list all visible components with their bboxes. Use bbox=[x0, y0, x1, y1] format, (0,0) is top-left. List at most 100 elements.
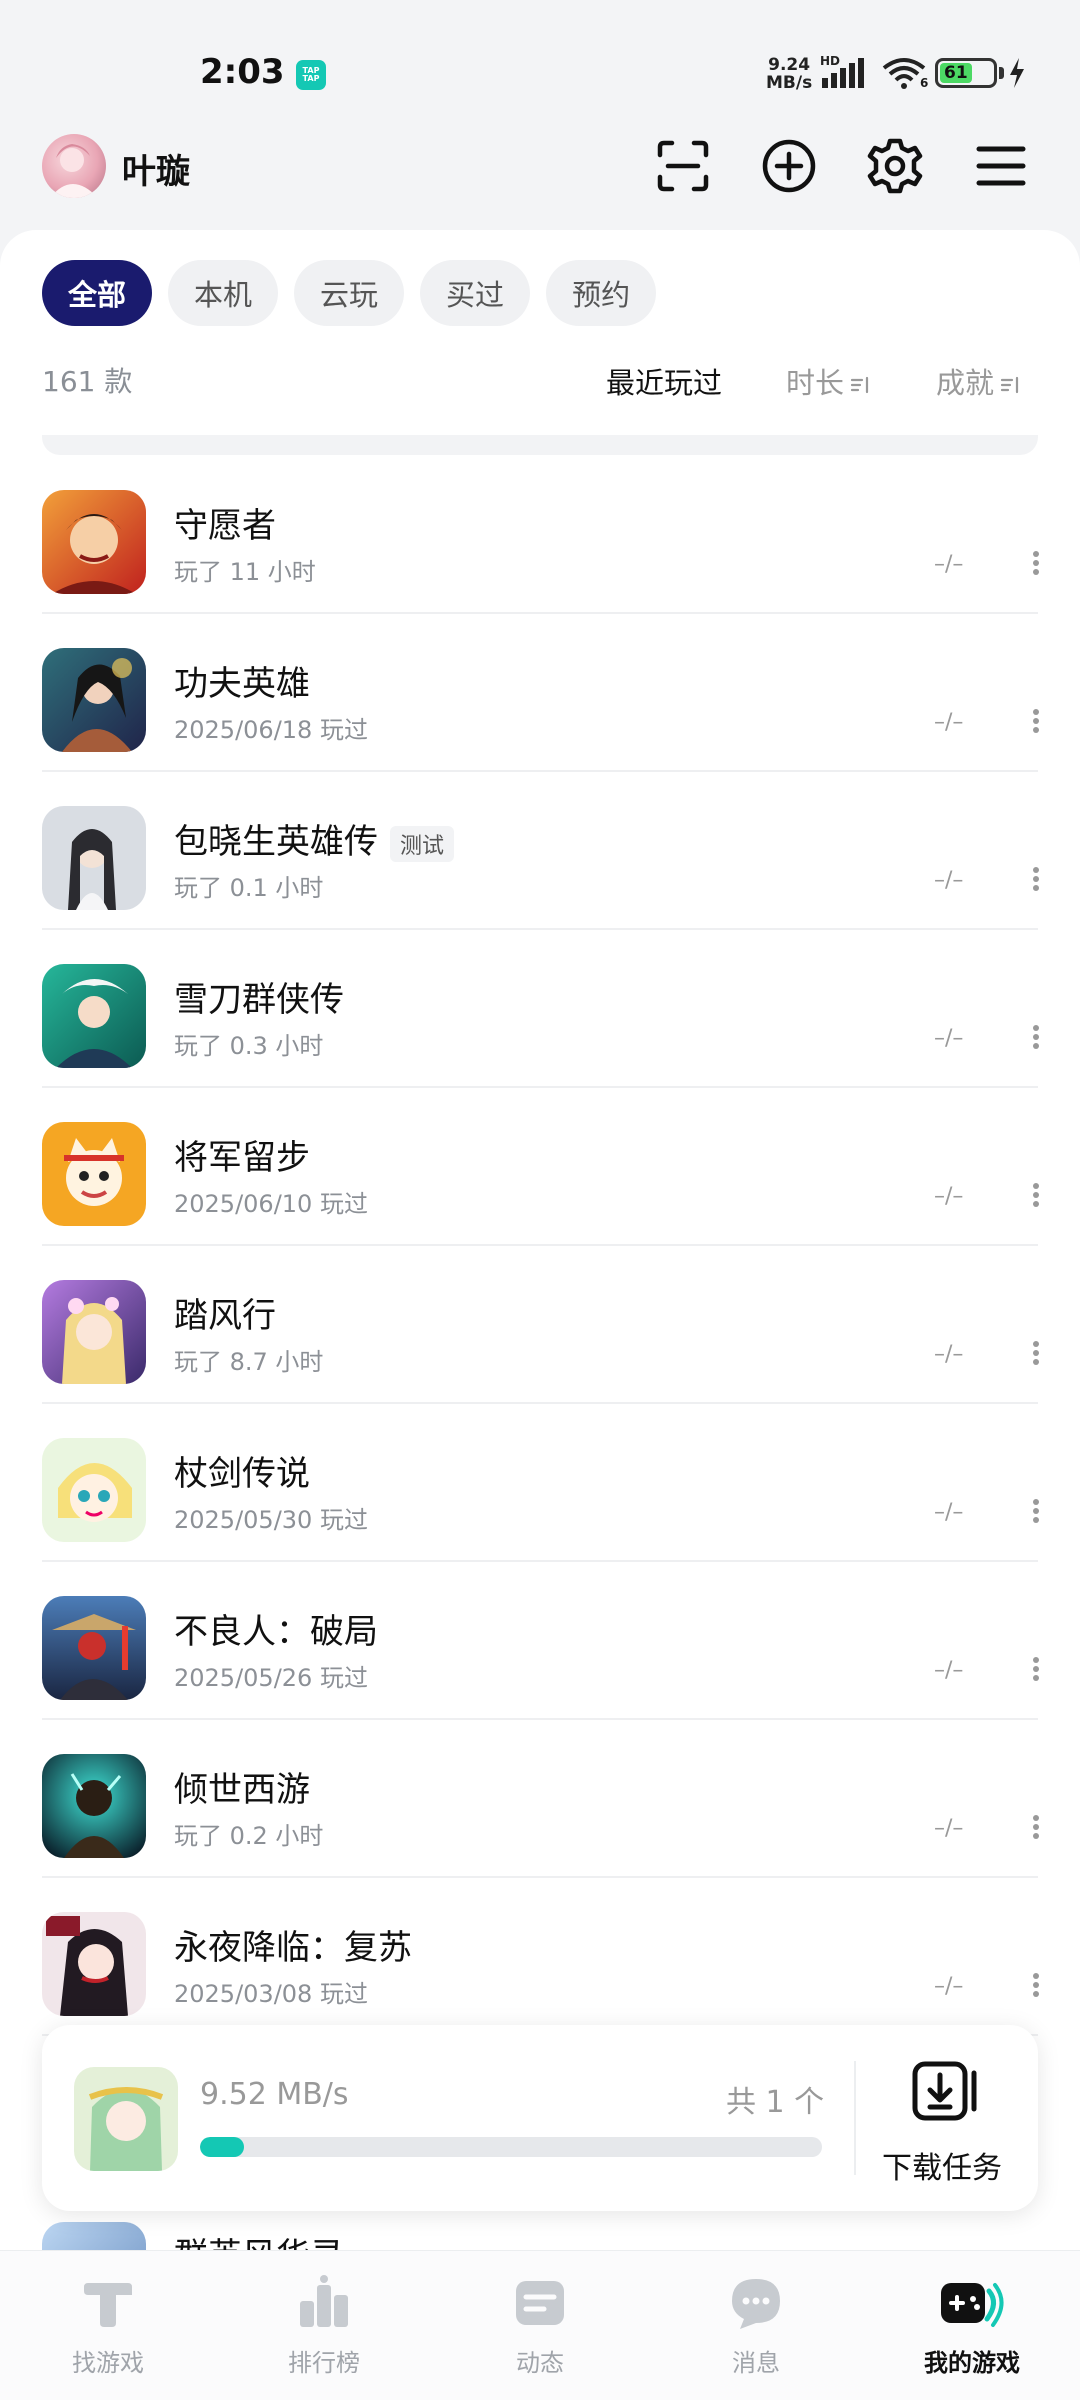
game-row[interactable]: 杖剑传说 2025/05/30 玩过 –/– bbox=[0, 1404, 1080, 1562]
menu-icon[interactable] bbox=[965, 130, 1037, 202]
game-row[interactable]: 永夜降临：复苏 2025/03/08 玩过 –/– bbox=[0, 1878, 1080, 2036]
sort-duration-button[interactable]: 时长 bbox=[786, 360, 870, 402]
game-achievement: –/– bbox=[934, 1816, 964, 1841]
filter-chip-local[interactable]: 本机 bbox=[168, 260, 279, 326]
game-row[interactable]: 倾世西游 玩了 0.2 小时 –/– bbox=[0, 1720, 1080, 1878]
game-title: 不良人：破局 bbox=[174, 1612, 378, 1652]
game-achievement: –/– bbox=[934, 1974, 964, 1999]
game-title: 倾世西游 bbox=[174, 1770, 310, 1810]
nav-item-find-game[interactable]: 找游戏 bbox=[0, 2251, 216, 2400]
game-icon bbox=[42, 1754, 146, 1858]
game-row[interactable]: 雪刀群侠传 玩了 0.3 小时 –/– bbox=[0, 930, 1080, 1088]
nav-label: 动态 bbox=[516, 2349, 564, 2377]
sort-icon bbox=[850, 376, 869, 394]
more-options-icon[interactable] bbox=[1032, 708, 1040, 734]
game-row[interactable]: 守愿者 玩了 11 小时 –/– bbox=[0, 456, 1080, 614]
game-list: 守愿者 玩了 11 小时 –/– 功夫英雄 2025/06/18 玩过 –/– … bbox=[0, 456, 1080, 2036]
game-title: 杖剑传说 bbox=[174, 1454, 310, 1494]
filter-chip-cloud[interactable]: 云玩 bbox=[294, 260, 405, 326]
game-achievement: –/– bbox=[934, 1658, 964, 1683]
game-icon bbox=[42, 964, 146, 1068]
games-panel: 全部 本机 云玩 买过 预约 161 款 最近玩过 时长 成就 守愿者 玩了 1… bbox=[0, 230, 1080, 2250]
add-circle-icon[interactable] bbox=[753, 130, 825, 202]
more-options-icon[interactable] bbox=[1032, 1182, 1040, 1208]
game-row[interactable]: 不良人：破局 2025/05/26 玩过 –/– bbox=[0, 1562, 1080, 1720]
game-achievement: –/– bbox=[934, 1026, 964, 1051]
game-subtitle: 2025/05/30 玩过 bbox=[174, 1506, 368, 1534]
nav-label: 我的游戏 bbox=[924, 2349, 1020, 2377]
game-subtitle: 玩了 0.3 小时 bbox=[174, 1032, 324, 1060]
status-time: 2:03 bbox=[200, 52, 285, 92]
nav-label: 排行榜 bbox=[288, 2349, 360, 2377]
battery-tip bbox=[999, 67, 1004, 79]
game-title: 包晓生英雄传 测试 bbox=[174, 814, 455, 863]
filter-chips: 全部 本机 云玩 买过 预约 bbox=[42, 260, 657, 326]
filter-chip-purchased[interactable]: 买过 bbox=[420, 260, 531, 326]
sort-recent-button[interactable]: 最近玩过 bbox=[606, 360, 722, 402]
more-options-icon[interactable] bbox=[1032, 1656, 1040, 1682]
my-games-icon bbox=[941, 2283, 1004, 2327]
net-speed-unit: MB/s bbox=[766, 73, 813, 93]
filter-chip-reserved[interactable]: 预约 bbox=[546, 260, 657, 326]
game-title: 将军留步 bbox=[174, 1138, 310, 1178]
sort-achievement-button[interactable]: 成就 bbox=[936, 360, 1020, 402]
game-achievement: –/– bbox=[934, 1500, 964, 1525]
header-divider bbox=[42, 435, 1038, 455]
more-options-icon[interactable] bbox=[1032, 1498, 1040, 1524]
game-subtitle: 玩了 11 小时 bbox=[174, 558, 316, 586]
download-divider bbox=[854, 2061, 856, 2175]
game-row[interactable]: 将军留步 2025/06/10 玩过 –/– bbox=[0, 1088, 1080, 1246]
more-options-icon[interactable] bbox=[1032, 550, 1040, 576]
gear-icon[interactable] bbox=[859, 130, 931, 202]
download-task-icon[interactable] bbox=[912, 2061, 980, 2125]
game-row[interactable]: 功夫英雄 2025/06/18 玩过 –/– bbox=[0, 614, 1080, 772]
nav-item-ranking[interactable]: 排行榜 bbox=[216, 2251, 432, 2400]
game-title: 群英风华录 bbox=[174, 2228, 344, 2252]
game-icon bbox=[42, 806, 146, 910]
game-icon bbox=[42, 1596, 146, 1700]
filter-chip-all[interactable]: 全部 bbox=[42, 260, 153, 326]
download-panel[interactable]: 9.52 MB/s 共 1 个 下载任务 bbox=[42, 2025, 1038, 2211]
game-icon bbox=[42, 1280, 146, 1384]
game-achievement: –/– bbox=[934, 552, 964, 577]
more-options-icon[interactable] bbox=[1032, 1340, 1040, 1366]
download-progress-bar bbox=[200, 2137, 822, 2157]
game-achievement: –/– bbox=[934, 868, 964, 893]
download-progress-fill bbox=[200, 2137, 244, 2157]
downloading-game-icon bbox=[74, 2067, 178, 2171]
nav-item-messages[interactable]: 消息 bbox=[648, 2251, 864, 2400]
bottom-nav: 找游戏 排行榜 动态 消息 我的游戏 bbox=[0, 2250, 1080, 2400]
nav-item-my-games[interactable]: 我的游戏 bbox=[864, 2251, 1080, 2400]
game-title: 雪刀群侠传 bbox=[174, 980, 344, 1020]
more-options-icon[interactable] bbox=[1032, 1972, 1040, 1998]
game-row[interactable]: 踏风行 玩了 8.7 小时 –/– bbox=[0, 1246, 1080, 1404]
nav-item-feed[interactable]: 动态 bbox=[432, 2251, 648, 2400]
more-options-icon[interactable] bbox=[1032, 1814, 1040, 1840]
net-speed: 9.24 MB/s bbox=[766, 56, 812, 92]
scan-icon[interactable] bbox=[647, 130, 719, 202]
feed-icon bbox=[516, 2281, 564, 2325]
game-icon bbox=[42, 648, 146, 752]
more-options-icon[interactable] bbox=[1032, 1024, 1040, 1050]
game-row[interactable]: 包晓生英雄传 测试 玩了 0.1 小时 –/– bbox=[0, 772, 1080, 930]
charging-icon bbox=[1008, 58, 1026, 92]
avatar[interactable] bbox=[42, 134, 106, 198]
game-row-partial[interactable]: 群英风华录 bbox=[42, 2222, 1038, 2252]
sort-duration-label: 时长 bbox=[786, 366, 845, 400]
message-icon bbox=[732, 2279, 780, 2329]
header: 叶璇 bbox=[0, 130, 1080, 230]
download-task-label[interactable]: 下载任务 bbox=[882, 2143, 1002, 2187]
game-achievement: –/– bbox=[934, 1184, 964, 1209]
game-title: 永夜降临：复苏 bbox=[174, 1928, 412, 1968]
battery-icon: 61 bbox=[935, 58, 997, 88]
game-count: 161 款 bbox=[42, 365, 133, 398]
find-game-icon bbox=[84, 2283, 132, 2327]
username[interactable]: 叶璇 bbox=[122, 144, 190, 193]
status-bar: 2:03 TAP TAP 9.24 MB/s HD 6 61 bbox=[0, 0, 1080, 130]
game-subtitle: 2025/05/26 玩过 bbox=[174, 1664, 368, 1692]
game-subtitle: 玩了 0.2 小时 bbox=[174, 1822, 324, 1850]
game-achievement: –/– bbox=[934, 710, 964, 735]
sort-achievement-label: 成就 bbox=[936, 366, 995, 400]
game-icon bbox=[42, 2222, 146, 2252]
more-options-icon[interactable] bbox=[1032, 866, 1040, 892]
